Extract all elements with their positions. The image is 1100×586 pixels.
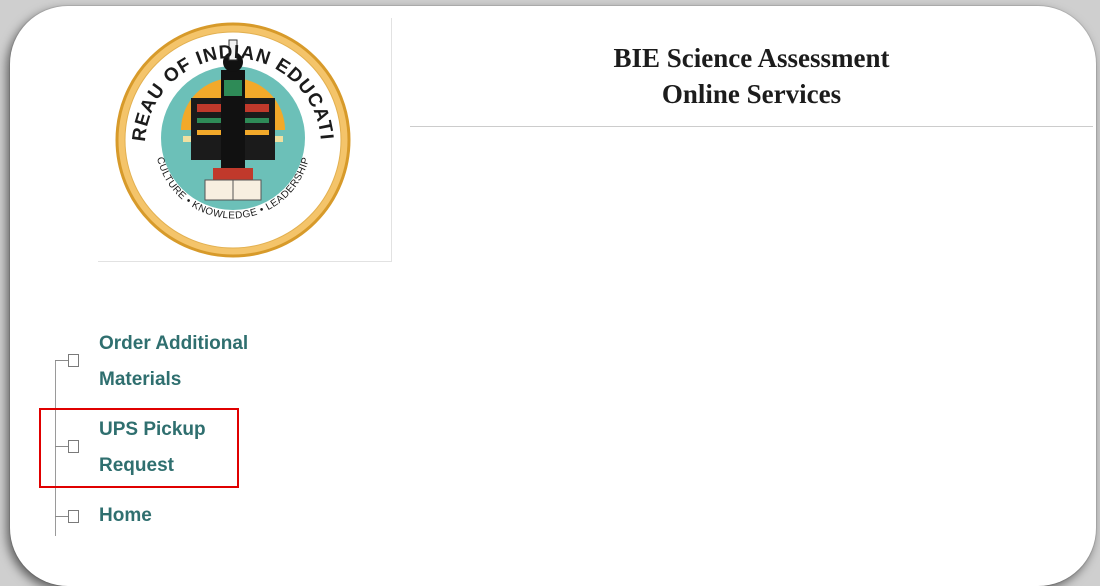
page-title: BIE Science Assessment Online Services: [410, 40, 1093, 112]
logo-panel: BUREAU OF INDIAN EDUCATION CULTURE • KNO…: [98, 18, 392, 262]
tree-branch-line: [55, 360, 68, 361]
highlight-box: [39, 408, 239, 488]
nav-item-label[interactable]: Home: [99, 498, 289, 534]
bie-seal-logo: BUREAU OF INDIAN EDUCATION CULTURE • KNO…: [113, 18, 351, 258]
title-divider: [410, 126, 1093, 127]
page-title-line2: Online Services: [661, 79, 842, 109]
tree-node-icon: [68, 354, 79, 367]
page-title-line1: BIE Science Assessment: [613, 43, 890, 73]
nav-item-label[interactable]: Order Additional Materials: [99, 326, 289, 398]
tree-branch-line: [55, 516, 68, 517]
tree-node-icon: [68, 510, 79, 523]
